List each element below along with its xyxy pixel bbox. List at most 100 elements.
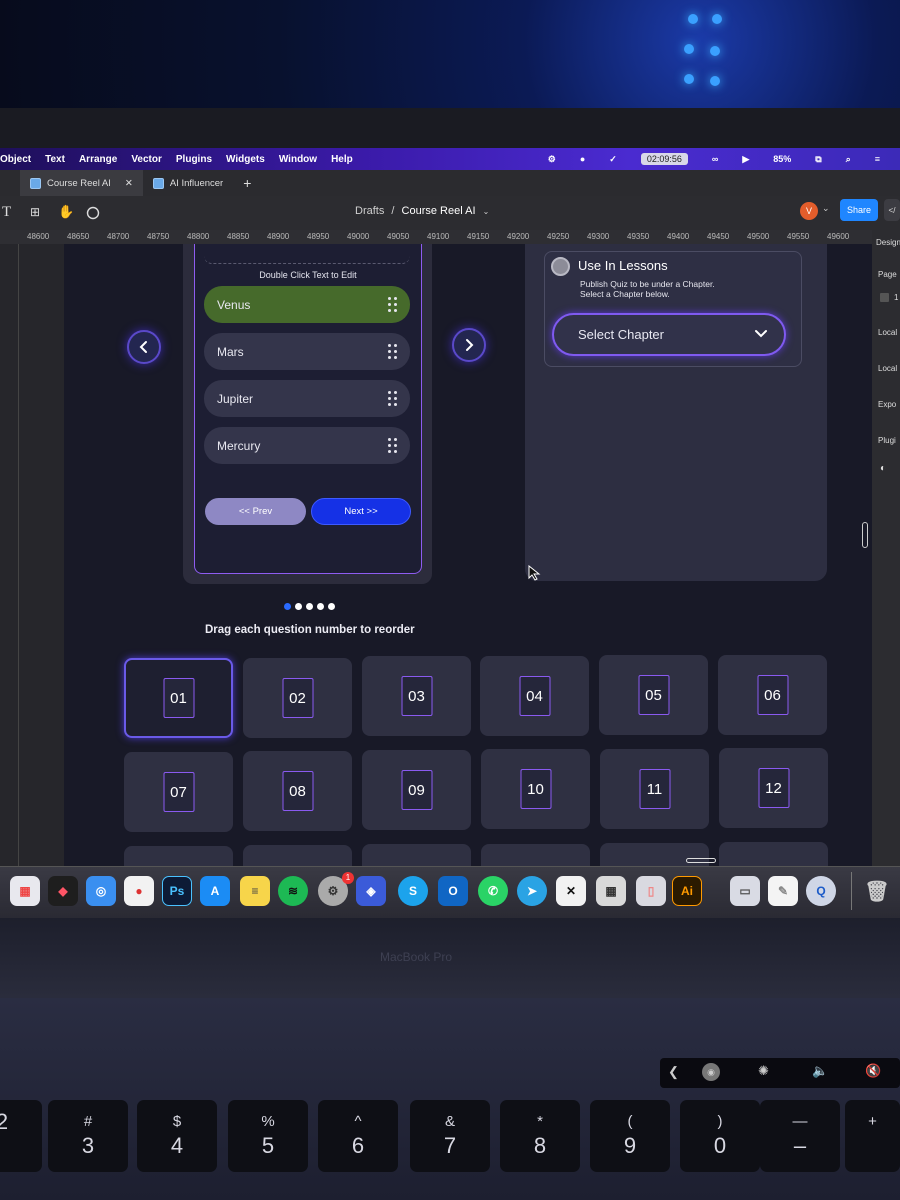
tab-course-reel-ai[interactable]: Course Reel AI ✕ bbox=[20, 170, 143, 196]
question-tile[interactable]: 03 bbox=[362, 656, 471, 736]
answer-option-mars[interactable]: Mars bbox=[204, 333, 410, 370]
dev-mode-icon[interactable]: </ bbox=[884, 199, 900, 221]
creative-cloud-icon[interactable]: ∞ bbox=[712, 154, 718, 164]
question-tile[interactable]: 01 bbox=[124, 658, 233, 738]
skype-icon[interactable]: S bbox=[398, 876, 428, 906]
status-icon[interactable]: ⚙ bbox=[548, 154, 556, 165]
question-tile[interactable]: 08 bbox=[243, 751, 352, 831]
pagination-dot[interactable] bbox=[328, 603, 335, 610]
notes-icon[interactable]: ≡ bbox=[240, 876, 270, 906]
status-icon[interactable]: ● bbox=[580, 154, 585, 164]
menu-item-text[interactable]: Text bbox=[45, 154, 65, 165]
close-icon[interactable]: ✕ bbox=[125, 178, 133, 189]
answer-option-venus[interactable]: Venus bbox=[204, 286, 410, 323]
chevron-down-icon[interactable]: ⌄ bbox=[822, 203, 830, 214]
page-color-swatch[interactable] bbox=[880, 293, 889, 302]
page-value[interactable]: 1 bbox=[894, 293, 898, 302]
pagination-dot-active[interactable] bbox=[284, 603, 291, 610]
quicktime-icon[interactable]: Q bbox=[806, 876, 836, 906]
mute-icon[interactable]: 🔇 bbox=[865, 1063, 881, 1079]
scrollbar-thumb[interactable] bbox=[862, 522, 868, 548]
question-tile[interactable]: 10 bbox=[481, 749, 590, 829]
text-tool-icon[interactable]: T bbox=[2, 204, 11, 221]
carousel-next-button[interactable] bbox=[452, 328, 486, 362]
question-tile-partial[interactable] bbox=[124, 846, 233, 866]
menu-item-plugins[interactable]: Plugins bbox=[176, 154, 212, 165]
question-tile-partial[interactable] bbox=[719, 842, 828, 866]
design-tab[interactable]: Design bbox=[876, 238, 900, 247]
carousel-prev-button[interactable] bbox=[127, 330, 161, 364]
safari-icon[interactable]: ◎ bbox=[86, 876, 116, 906]
components-tool-icon[interactable]: ⊞ bbox=[30, 205, 40, 219]
brightness-icon[interactable]: ✺ bbox=[758, 1063, 769, 1079]
question-tile[interactable]: 06 bbox=[718, 655, 827, 735]
siri-icon[interactable]: ◉ bbox=[702, 1063, 720, 1081]
preview-icon[interactable]: ▯ bbox=[636, 876, 666, 906]
chevron-down-icon[interactable]: ⌄ bbox=[483, 207, 490, 216]
answer-option-jupiter[interactable]: Jupiter bbox=[204, 380, 410, 417]
app-store-icon[interactable]: A bbox=[200, 876, 230, 906]
tab-ai-influencer[interactable]: AI Influencer bbox=[143, 170, 233, 196]
avatar[interactable]: V bbox=[800, 202, 818, 220]
spotify-icon[interactable]: ≋ bbox=[278, 876, 308, 906]
menu-item-window[interactable]: Window bbox=[279, 154, 317, 165]
new-tab-button[interactable]: + bbox=[233, 170, 261, 196]
menu-item-widgets[interactable]: Widgets bbox=[226, 154, 265, 165]
plugin-icon[interactable]: ◐ bbox=[880, 463, 886, 474]
chrome-icon[interactable]: ● bbox=[124, 876, 154, 906]
question-tile-partial[interactable] bbox=[243, 845, 352, 866]
proton-icon[interactable]: ◈ bbox=[356, 876, 386, 906]
search-icon[interactable]: ⌕ bbox=[846, 154, 851, 165]
drag-handle-icon[interactable] bbox=[388, 344, 397, 359]
question-tile[interactable]: 05 bbox=[599, 655, 708, 735]
hand-tool-icon[interactable]: ✋ bbox=[58, 204, 74, 220]
next-button[interactable]: Next >> bbox=[311, 498, 411, 525]
question-tile[interactable]: 02 bbox=[243, 658, 352, 738]
finder-window-icon[interactable]: ▭ bbox=[730, 876, 760, 906]
clock-display[interactable]: 02:09:56 bbox=[640, 153, 688, 165]
question-tile[interactable]: 09 bbox=[362, 750, 471, 830]
prev-button[interactable]: << Prev bbox=[205, 498, 306, 525]
plugins-label[interactable]: Plugi bbox=[878, 436, 896, 445]
question-tile-partial[interactable] bbox=[362, 844, 471, 866]
select-chapter-dropdown[interactable]: Select Chapter bbox=[552, 313, 786, 356]
pagination-dot[interactable] bbox=[295, 603, 302, 610]
chevron-left-icon[interactable]: ❮ bbox=[668, 1064, 679, 1080]
outlook-icon[interactable]: O bbox=[438, 876, 468, 906]
check-icon[interactable]: ✓ bbox=[609, 154, 617, 165]
use-in-lessons-radio[interactable] bbox=[551, 257, 570, 276]
pagination-dot[interactable] bbox=[306, 603, 313, 610]
textedit-icon[interactable]: ✎ bbox=[768, 876, 798, 906]
menu-item-vector[interactable]: Vector bbox=[131, 154, 162, 165]
local-variables-label[interactable]: Local bbox=[878, 328, 897, 337]
menu-item-help[interactable]: Help bbox=[331, 154, 353, 165]
capcut-icon[interactable]: ✕ bbox=[556, 876, 586, 906]
drag-handle-icon[interactable] bbox=[388, 391, 397, 406]
volume-icon[interactable]: 🔈 bbox=[812, 1063, 828, 1079]
photoshop-icon[interactable]: Ps bbox=[162, 876, 192, 906]
menu-extra-icon[interactable]: ≡ bbox=[875, 154, 880, 164]
play-icon[interactable]: ▶ bbox=[742, 154, 749, 165]
answer-option-mercury[interactable]: Mercury bbox=[204, 427, 410, 464]
control-center-icon[interactable]: ⧉ bbox=[815, 154, 821, 165]
whatsapp-icon[interactable]: ✆ bbox=[478, 876, 508, 906]
battery-percent[interactable]: 85% bbox=[773, 154, 791, 164]
drag-handle-icon[interactable] bbox=[388, 297, 397, 312]
menu-item-arrange[interactable]: Arrange bbox=[79, 154, 117, 165]
breadcrumb-file-name[interactable]: Course Reel AI bbox=[402, 205, 476, 217]
export-label[interactable]: Expo bbox=[878, 400, 896, 409]
pagination-dot[interactable] bbox=[317, 603, 324, 610]
telegram-icon[interactable]: ➤ bbox=[517, 876, 547, 906]
illustrator-icon[interactable]: Ai bbox=[672, 876, 702, 906]
question-tile[interactable]: 04 bbox=[480, 656, 589, 736]
figma-icon[interactable]: ◆ bbox=[48, 876, 78, 906]
share-button[interactable]: Share bbox=[840, 199, 878, 221]
launchpad-icon[interactable]: ▦ bbox=[10, 876, 40, 906]
question-tile[interactable]: 12 bbox=[719, 748, 828, 828]
menu-item-object[interactable]: Object bbox=[0, 154, 31, 165]
question-tile[interactable]: 07 bbox=[124, 752, 233, 832]
trash-icon[interactable]: 🗑 bbox=[862, 876, 892, 906]
comment-tool-icon[interactable] bbox=[86, 206, 100, 220]
breadcrumb-drafts[interactable]: Drafts bbox=[355, 205, 384, 217]
drag-handle-icon[interactable] bbox=[388, 438, 397, 453]
